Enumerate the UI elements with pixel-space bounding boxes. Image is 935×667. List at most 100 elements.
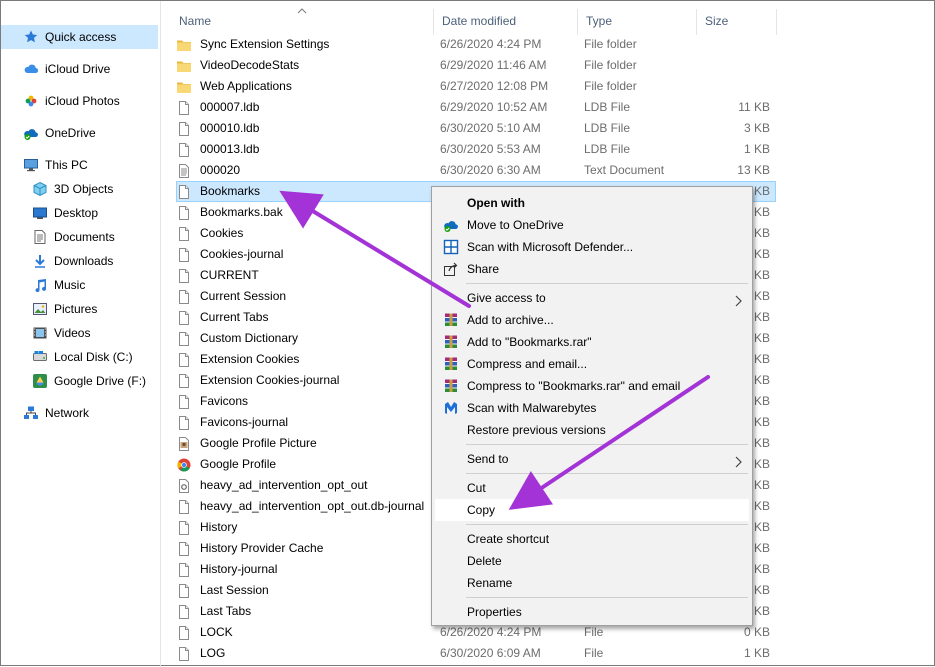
menu-item-delete[interactable]: Delete bbox=[435, 550, 749, 572]
nav-item-pictures[interactable]: Pictures bbox=[1, 297, 158, 321]
nav-item-local-disk-c[interactable]: Local Disk (C:) bbox=[1, 345, 158, 369]
menu-item-label: Restore previous versions bbox=[467, 423, 606, 437]
file-date-modified: 6/29/2020 11:46 AM bbox=[440, 58, 547, 72]
menu-item-label: Add to archive... bbox=[467, 313, 554, 327]
nav-item-this-pc[interactable]: This PC bbox=[1, 153, 158, 177]
nav-item-videos[interactable]: Videos bbox=[1, 321, 158, 345]
folder-icon bbox=[176, 36, 192, 54]
file-icon bbox=[176, 141, 192, 159]
nav-item-desktop[interactable]: Desktop bbox=[1, 201, 158, 225]
menu-item-add-to-bookmarks-rar[interactable]: Add to "Bookmarks.rar" bbox=[435, 331, 749, 353]
file-icon bbox=[176, 288, 192, 306]
menu-item-create-shortcut[interactable]: Create shortcut bbox=[435, 528, 749, 550]
cloud-icon bbox=[23, 61, 39, 77]
nav-item-label: OneDrive bbox=[45, 126, 96, 140]
file-size: 1 KB bbox=[743, 646, 770, 660]
file-name-cell: Last Session bbox=[176, 580, 431, 601]
file-icon bbox=[176, 267, 192, 285]
menu-item-send-to[interactable]: Send to bbox=[435, 448, 749, 470]
file-name: Cookies bbox=[200, 226, 244, 240]
file-name-cell: Google Profile Picture bbox=[176, 433, 431, 454]
file-icon bbox=[176, 519, 192, 537]
pc-icon bbox=[23, 157, 39, 173]
menu-item-label: Cut bbox=[467, 481, 486, 495]
onedrive-icon bbox=[443, 217, 459, 233]
download-icon bbox=[32, 253, 48, 269]
file-name-cell: 000020 bbox=[176, 160, 431, 181]
file-row[interactable]: Sync Extension Settings 6/26/2020 4:24 PM… bbox=[176, 34, 776, 55]
file-icon bbox=[176, 603, 192, 621]
menu-item-scan-with-malwarebytes[interactable]: Scan with Malwarebytes bbox=[435, 397, 749, 419]
file-name: Custom Dictionary bbox=[200, 331, 299, 345]
menu-item-copy[interactable]: Copy bbox=[435, 499, 749, 521]
nav-item-icloud-drive[interactable]: iCloud Drive bbox=[1, 57, 158, 81]
file-row[interactable]: Web Applications 6/27/2020 12:08 PM File f… bbox=[176, 76, 776, 97]
file-row[interactable]: 000020 6/30/2020 6:30 AM Text Document 13 K… bbox=[176, 160, 776, 181]
file-name: History Provider Cache bbox=[200, 541, 324, 555]
file-icon bbox=[176, 330, 192, 348]
menu-item-add-to-archive[interactable]: Add to archive... bbox=[435, 309, 749, 331]
file-name-cell: LOG bbox=[176, 643, 431, 664]
file-size: 3 KB bbox=[743, 121, 770, 135]
menu-item-compress-to-bookmarks-rar-and-email[interactable]: Compress to "Bookmarks.rar" and email bbox=[435, 375, 749, 397]
menu-item-open-with[interactable]: Open with bbox=[435, 192, 749, 214]
file-icon bbox=[176, 540, 192, 558]
menu-item-share[interactable]: Share bbox=[435, 258, 749, 280]
menu-item-label: Delete bbox=[467, 554, 502, 568]
file-name-cell: Favicons bbox=[176, 391, 431, 412]
file-row[interactable]: 000013.ldb 6/30/2020 5:53 AM LDB File 1 KB bbox=[176, 139, 776, 160]
nav-item-3d-objects[interactable]: 3D Objects bbox=[1, 177, 158, 201]
file-name: Last Session bbox=[200, 583, 269, 597]
sort-ascending-icon bbox=[297, 8, 307, 14]
column-header-size[interactable]: Size bbox=[697, 9, 777, 35]
nav-item-music[interactable]: Music bbox=[1, 273, 158, 297]
menu-separator bbox=[466, 444, 748, 445]
nav-item-icloud-photos[interactable]: iCloud Photos bbox=[1, 89, 158, 113]
menu-item-restore-previous-versions[interactable]: Restore previous versions bbox=[435, 419, 749, 441]
nav-item-google-drive-f[interactable]: Google Drive (F:) bbox=[1, 369, 158, 393]
file-row[interactable]: VideoDecodeStats 6/29/2020 11:46 AM File f… bbox=[176, 55, 776, 76]
file-row[interactable]: LOG 6/30/2020 6:09 AM File 1 KB bbox=[176, 643, 776, 664]
file-name-cell: Extension Cookies-journal bbox=[176, 370, 431, 391]
winrar-icon bbox=[443, 356, 459, 372]
nav-item-documents[interactable]: Documents bbox=[1, 225, 158, 249]
column-header-size-label: Size bbox=[705, 14, 729, 28]
file-size bbox=[696, 55, 770, 76]
menu-item-give-access-to[interactable]: Give access to bbox=[435, 287, 749, 309]
menu-item-properties[interactable]: Properties bbox=[435, 601, 749, 623]
file-name-cell: 000010.ldb bbox=[176, 118, 431, 139]
onedrive-icon bbox=[23, 125, 39, 141]
menu-separator bbox=[466, 283, 748, 284]
file-name: Bookmarks bbox=[200, 184, 261, 198]
file-name-cell: History Provider Cache bbox=[176, 538, 431, 559]
menu-item-scan-with-microsoft-defender[interactable]: Scan with Microsoft Defender... bbox=[435, 236, 749, 258]
nav-item-quick-access[interactable]: Quick access bbox=[1, 25, 158, 49]
menu-separator bbox=[466, 524, 748, 525]
context-menu: Open with Move to OneDrive Scan with Micro… bbox=[431, 186, 753, 626]
file-row[interactable]: 000007.ldb 6/29/2020 10:52 AM LDB File 11 K… bbox=[176, 97, 776, 118]
menu-item-compress-and-email[interactable]: Compress and email... bbox=[435, 353, 749, 375]
column-header-name-label: Name bbox=[179, 14, 212, 28]
pane-divider[interactable] bbox=[160, 1, 161, 667]
menu-item-cut[interactable]: Cut bbox=[435, 477, 749, 499]
nav-item-label: 3D Objects bbox=[54, 182, 114, 196]
column-header-type-label: Type bbox=[586, 14, 613, 28]
file-name-cell: 000013.ldb bbox=[176, 139, 431, 160]
menu-item-move-to-onedrive[interactable]: Move to OneDrive bbox=[435, 214, 749, 236]
file-icon bbox=[176, 99, 192, 117]
nav-item-downloads[interactable]: Downloads bbox=[1, 249, 158, 273]
file-name: heavy_ad_intervention_opt_out bbox=[200, 478, 368, 492]
pictures-icon bbox=[32, 301, 48, 317]
column-header-type[interactable]: Type bbox=[578, 9, 697, 35]
file-type: File folder bbox=[584, 58, 637, 72]
column-header-date[interactable]: Date modified bbox=[434, 9, 578, 35]
file-icon bbox=[176, 351, 192, 369]
menu-item-rename[interactable]: Rename bbox=[435, 572, 749, 594]
nav-item-network[interactable]: Network bbox=[1, 401, 158, 425]
file-row[interactable]: 000010.ldb 6/30/2020 5:10 AM LDB File 3 KB bbox=[176, 118, 776, 139]
file-name: Current Session bbox=[200, 289, 287, 303]
file-icon bbox=[176, 645, 192, 663]
menu-item-label: Give access to bbox=[467, 291, 546, 305]
nav-item-onedrive[interactable]: OneDrive bbox=[1, 121, 158, 145]
file-icon bbox=[176, 309, 192, 327]
